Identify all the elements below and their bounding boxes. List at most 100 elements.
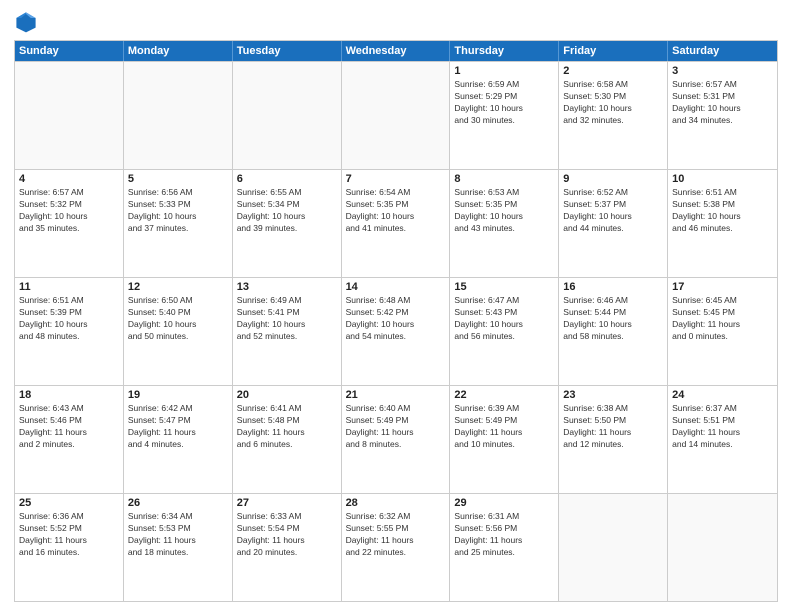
calendar-header: SundayMondayTuesdayWednesdayThursdayFrid… (15, 41, 777, 61)
cell-info: Sunrise: 6:37 AM Sunset: 5:51 PM Dayligh… (672, 403, 773, 451)
day-number: 2 (563, 65, 663, 77)
calendar-cell: 16Sunrise: 6:46 AM Sunset: 5:44 PM Dayli… (559, 278, 668, 385)
calendar-row-4: 25 Sunrise: 6:36 AM Sunset: 5:52 PM Dayli… (15, 493, 777, 601)
cell-info: Sunrise: 6:45 AM Sunset: 5:45 PM Dayligh… (672, 295, 773, 343)
cell-info: Sunrise: 6:51 AM Sunset: 5:38 PM Dayligh… (672, 187, 773, 235)
day-number: 28 (346, 497, 446, 509)
day-number: 19 (128, 389, 228, 401)
calendar-cell (342, 62, 451, 169)
cell-info: Sunrise: 6:57 AM Sunset: 5:32 PM Dayligh… (19, 187, 119, 235)
day-number: 24 (672, 389, 773, 401)
calendar-cell: 17 Sunrise: 6:45 AM Sunset: 5:45 PM Dayli… (668, 278, 777, 385)
day-number: 25 (19, 497, 119, 509)
calendar-cell: 19 Sunrise: 6:42 AM Sunset: 5:47 PM Dayli… (124, 386, 233, 493)
calendar-cell: 7 Sunrise: 6:54 AM Sunset: 5:35 PM Daylig… (342, 170, 451, 277)
day-number: 27 (237, 497, 337, 509)
page: SundayMondayTuesdayWednesdayThursdayFrid… (0, 0, 792, 612)
calendar-cell: 27 Sunrise: 6:33 AM Sunset: 5:54 PM Dayli… (233, 494, 342, 601)
cell-info: Sunrise: 6:53 AM Sunset: 5:35 PM Dayligh… (454, 187, 554, 235)
calendar-cell: 6 Sunrise: 6:55 AM Sunset: 5:34 PM Daylig… (233, 170, 342, 277)
cell-info: Sunrise: 6:31 AM Sunset: 5:56 PM Dayligh… (454, 511, 554, 559)
cell-info: Sunrise: 6:56 AM Sunset: 5:33 PM Dayligh… (128, 187, 228, 235)
day-number: 3 (672, 65, 773, 77)
calendar-cell: 29 Sunrise: 6:31 AM Sunset: 5:56 PM Dayli… (450, 494, 559, 601)
day-number: 15 (454, 281, 554, 293)
calendar-cell: 18 Sunrise: 6:43 AM Sunset: 5:46 PM Dayli… (15, 386, 124, 493)
logo (14, 10, 42, 34)
calendar: SundayMondayTuesdayWednesdayThursdayFrid… (14, 40, 778, 602)
calendar-row-0: 1Sunrise: 6:59 AM Sunset: 5:29 PM Daylig… (15, 61, 777, 169)
day-number: 4 (19, 173, 119, 185)
cell-info: Sunrise: 6:49 AM Sunset: 5:41 PM Dayligh… (237, 295, 337, 343)
cell-info: Sunrise: 6:42 AM Sunset: 5:47 PM Dayligh… (128, 403, 228, 451)
cell-info: Sunrise: 6:59 AM Sunset: 5:29 PM Dayligh… (454, 79, 554, 127)
calendar-cell: 22 Sunrise: 6:39 AM Sunset: 5:49 PM Dayli… (450, 386, 559, 493)
day-number: 11 (19, 281, 119, 293)
header-day-friday: Friday (559, 41, 668, 61)
calendar-cell: 15 Sunrise: 6:47 AM Sunset: 5:43 PM Dayli… (450, 278, 559, 385)
day-number: 23 (563, 389, 663, 401)
day-number: 8 (454, 173, 554, 185)
calendar-cell: 1Sunrise: 6:59 AM Sunset: 5:29 PM Daylig… (450, 62, 559, 169)
cell-info: Sunrise: 6:47 AM Sunset: 5:43 PM Dayligh… (454, 295, 554, 343)
day-number: 16 (563, 281, 663, 293)
cell-info: Sunrise: 6:32 AM Sunset: 5:55 PM Dayligh… (346, 511, 446, 559)
day-number: 6 (237, 173, 337, 185)
calendar-cell: 26 Sunrise: 6:34 AM Sunset: 5:53 PM Dayli… (124, 494, 233, 601)
cell-info: Sunrise: 6:38 AM Sunset: 5:50 PM Dayligh… (563, 403, 663, 451)
calendar-cell: 4 Sunrise: 6:57 AM Sunset: 5:32 PM Daylig… (15, 170, 124, 277)
cell-info: Sunrise: 6:52 AM Sunset: 5:37 PM Dayligh… (563, 187, 663, 235)
header-day-saturday: Saturday (668, 41, 777, 61)
calendar-cell: 25 Sunrise: 6:36 AM Sunset: 5:52 PM Dayli… (15, 494, 124, 601)
calendar-cell: 10 Sunrise: 6:51 AM Sunset: 5:38 PM Dayli… (668, 170, 777, 277)
day-number: 10 (672, 173, 773, 185)
calendar-cell: 24 Sunrise: 6:37 AM Sunset: 5:51 PM Dayli… (668, 386, 777, 493)
day-number: 18 (19, 389, 119, 401)
day-number: 12 (128, 281, 228, 293)
calendar-cell: 2 Sunrise: 6:58 AM Sunset: 5:30 PM Daylig… (559, 62, 668, 169)
cell-info: Sunrise: 6:50 AM Sunset: 5:40 PM Dayligh… (128, 295, 228, 343)
calendar-cell: 20Sunrise: 6:41 AM Sunset: 5:48 PM Dayli… (233, 386, 342, 493)
calendar-cell: 14Sunrise: 6:48 AM Sunset: 5:42 PM Dayli… (342, 278, 451, 385)
logo-icon (14, 10, 38, 34)
cell-info: Sunrise: 6:36 AM Sunset: 5:52 PM Dayligh… (19, 511, 119, 559)
calendar-cell: 12 Sunrise: 6:50 AM Sunset: 5:40 PM Dayli… (124, 278, 233, 385)
calendar-cell: 11 Sunrise: 6:51 AM Sunset: 5:39 PM Dayli… (15, 278, 124, 385)
cell-info: Sunrise: 6:39 AM Sunset: 5:49 PM Dayligh… (454, 403, 554, 451)
calendar-cell (668, 494, 777, 601)
calendar-cell: 21 Sunrise: 6:40 AM Sunset: 5:49 PM Dayli… (342, 386, 451, 493)
cell-info: Sunrise: 6:40 AM Sunset: 5:49 PM Dayligh… (346, 403, 446, 451)
day-number: 5 (128, 173, 228, 185)
calendar-cell: 13 Sunrise: 6:49 AM Sunset: 5:41 PM Dayli… (233, 278, 342, 385)
day-number: 14 (346, 281, 446, 293)
cell-info: Sunrise: 6:55 AM Sunset: 5:34 PM Dayligh… (237, 187, 337, 235)
cell-info: Sunrise: 6:33 AM Sunset: 5:54 PM Dayligh… (237, 511, 337, 559)
day-number: 7 (346, 173, 446, 185)
header-day-sunday: Sunday (15, 41, 124, 61)
header-day-tuesday: Tuesday (233, 41, 342, 61)
header (14, 10, 778, 34)
cell-info: Sunrise: 6:41 AM Sunset: 5:48 PM Dayligh… (237, 403, 337, 451)
day-number: 21 (346, 389, 446, 401)
day-number: 17 (672, 281, 773, 293)
calendar-row-1: 4 Sunrise: 6:57 AM Sunset: 5:32 PM Daylig… (15, 169, 777, 277)
day-number: 26 (128, 497, 228, 509)
day-number: 22 (454, 389, 554, 401)
cell-info: Sunrise: 6:51 AM Sunset: 5:39 PM Dayligh… (19, 295, 119, 343)
header-day-thursday: Thursday (450, 41, 559, 61)
cell-info: Sunrise: 6:58 AM Sunset: 5:30 PM Dayligh… (563, 79, 663, 127)
header-day-wednesday: Wednesday (342, 41, 451, 61)
calendar-cell: 9 Sunrise: 6:52 AM Sunset: 5:37 PM Daylig… (559, 170, 668, 277)
day-number: 29 (454, 497, 554, 509)
cell-info: Sunrise: 6:34 AM Sunset: 5:53 PM Dayligh… (128, 511, 228, 559)
calendar-cell: 3Sunrise: 6:57 AM Sunset: 5:31 PM Daylig… (668, 62, 777, 169)
cell-info: Sunrise: 6:43 AM Sunset: 5:46 PM Dayligh… (19, 403, 119, 451)
cell-info: Sunrise: 6:54 AM Sunset: 5:35 PM Dayligh… (346, 187, 446, 235)
calendar-cell (15, 62, 124, 169)
day-number: 9 (563, 173, 663, 185)
calendar-cell: 5 Sunrise: 6:56 AM Sunset: 5:33 PM Daylig… (124, 170, 233, 277)
calendar-cell: 28 Sunrise: 6:32 AM Sunset: 5:55 PM Dayli… (342, 494, 451, 601)
calendar-cell (559, 494, 668, 601)
day-number: 13 (237, 281, 337, 293)
calendar-body: 1Sunrise: 6:59 AM Sunset: 5:29 PM Daylig… (15, 61, 777, 601)
